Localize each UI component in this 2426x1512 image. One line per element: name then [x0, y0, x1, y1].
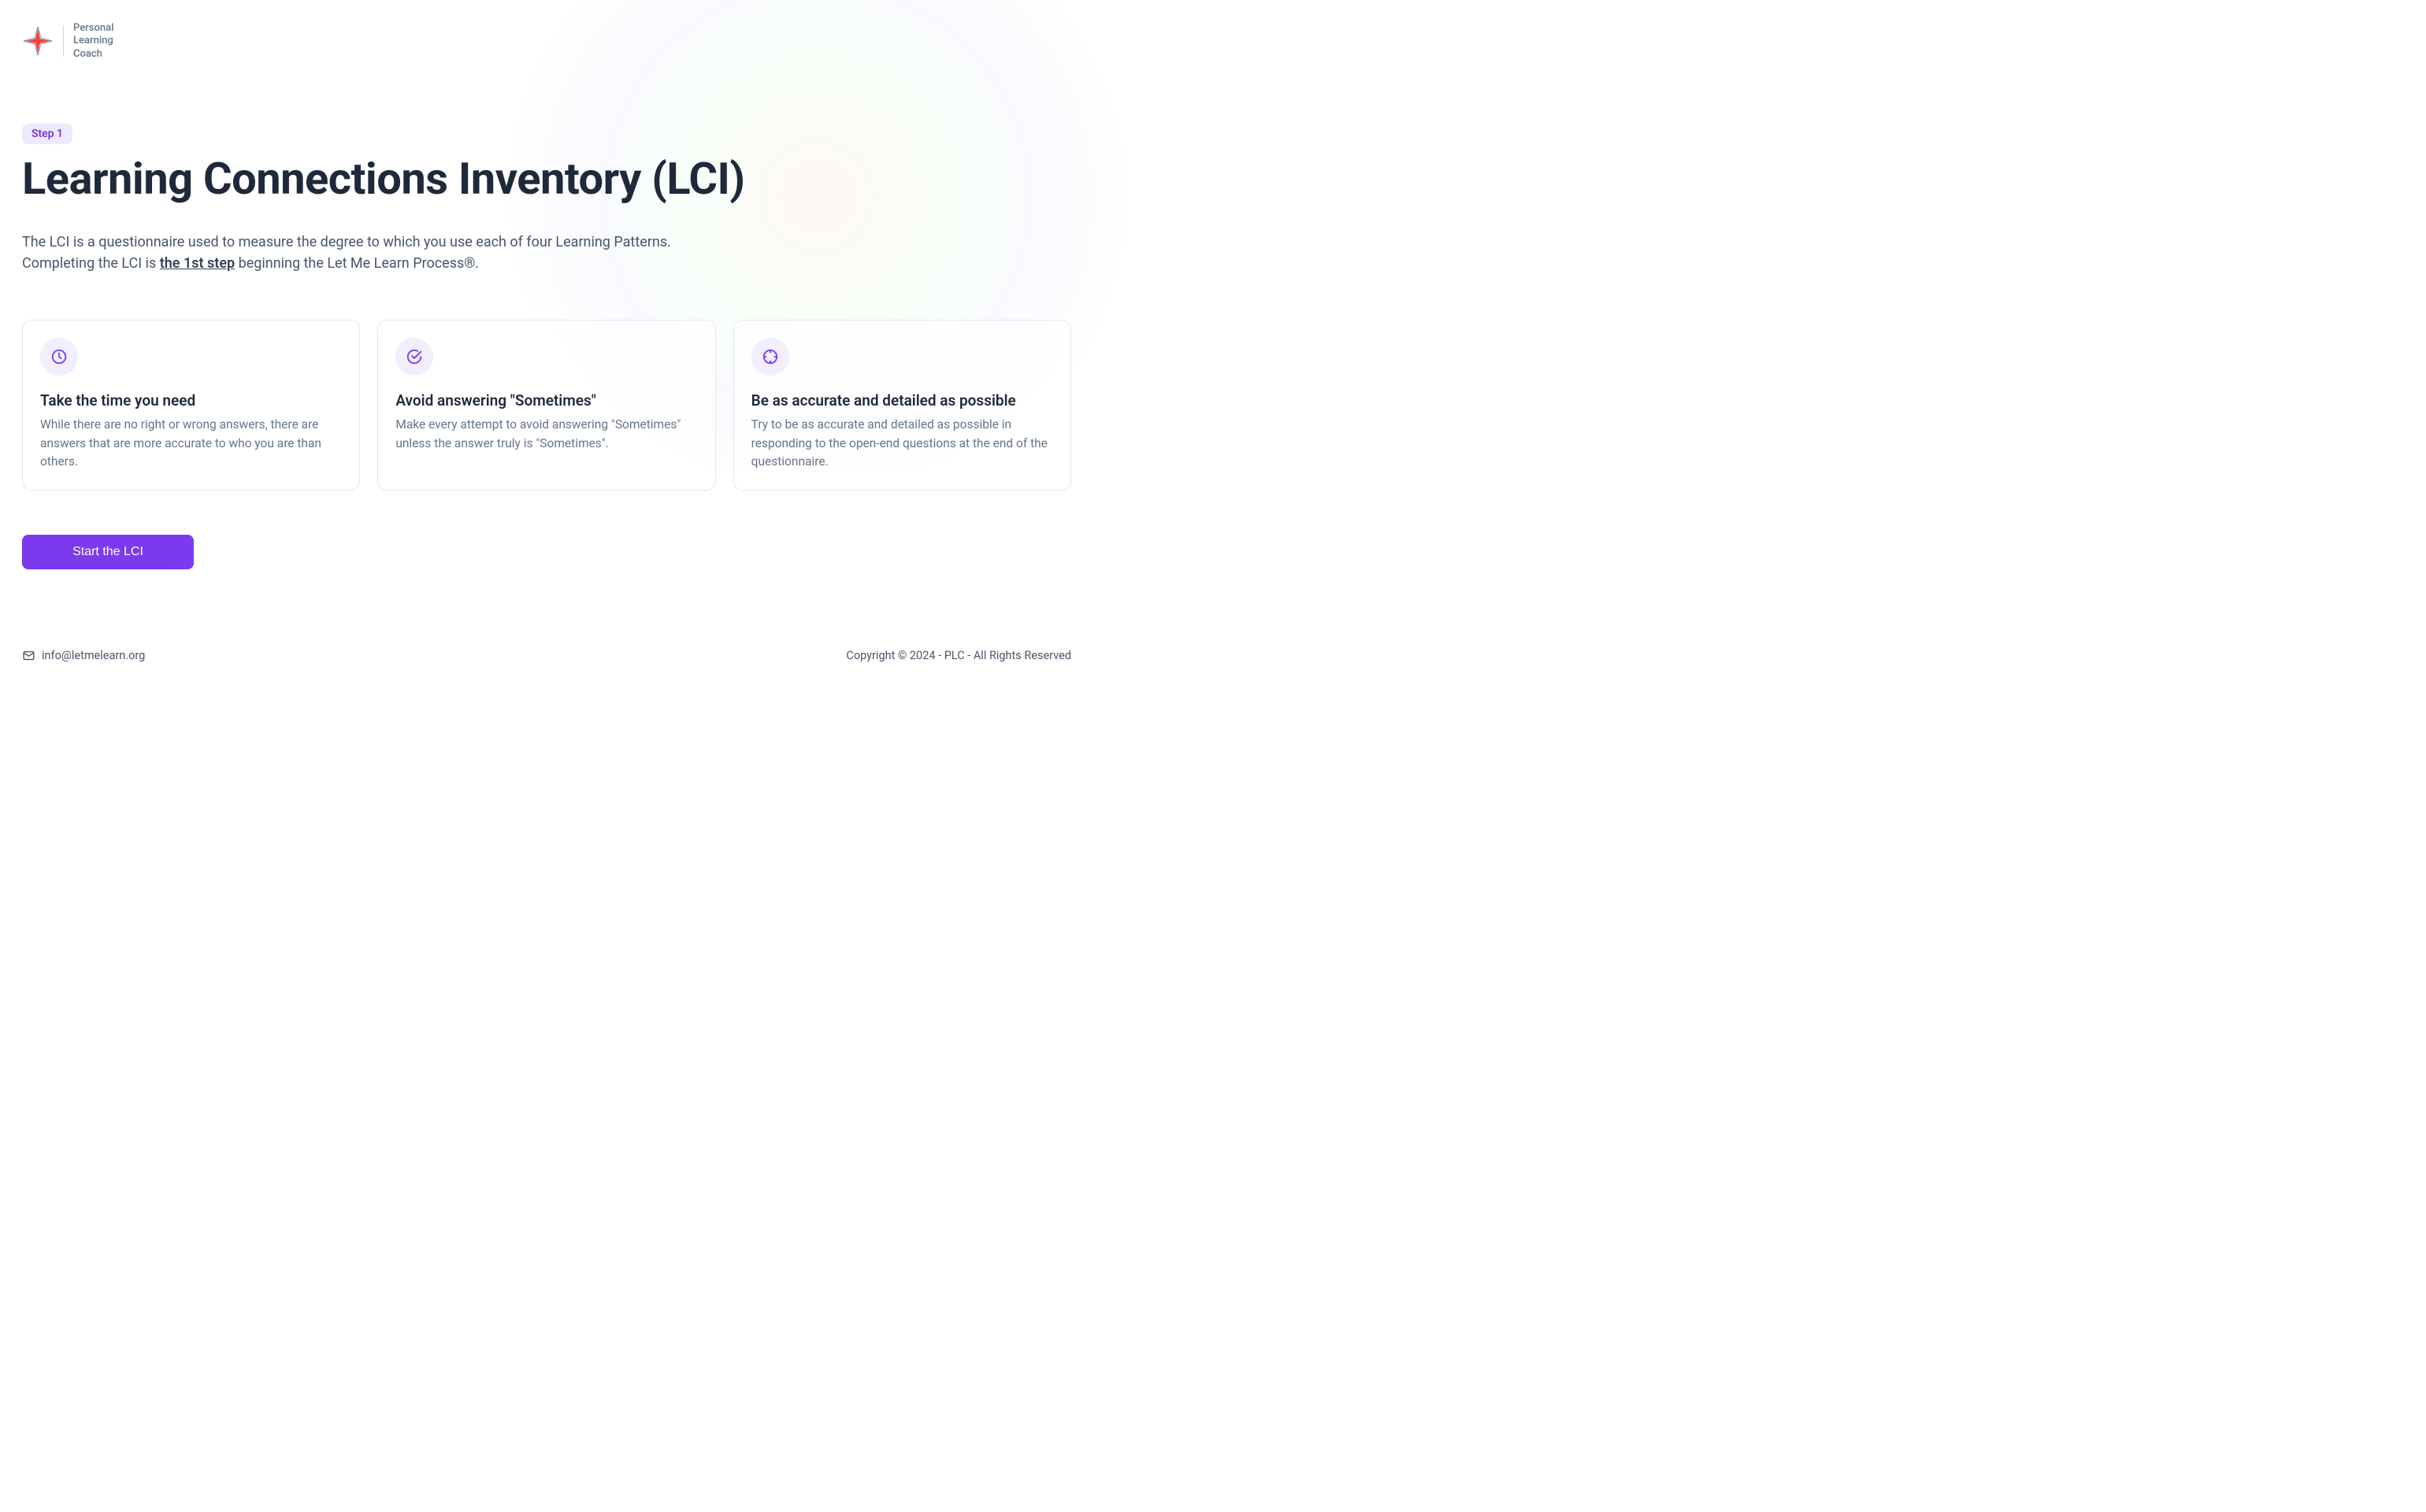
- footer: info@letmelearn.org Copyright © 2024 - P…: [22, 630, 1071, 681]
- logo: Personal Learning Coach: [22, 22, 1071, 61]
- card-avoid-sometimes: Avoid answering "Sometimes" Make every a…: [377, 320, 715, 491]
- card-accurate: Be as accurate and detailed as possible …: [733, 320, 1071, 491]
- start-lci-button[interactable]: Start the LCI: [22, 535, 194, 569]
- subtitle-underline: the 1st step: [160, 255, 235, 272]
- card-body: Try to be as accurate and detailed as po…: [751, 416, 1053, 471]
- page-title: Learning Connections Inventory (LCI): [22, 155, 747, 204]
- logo-text-line: Coach: [73, 48, 113, 61]
- card-title: Avoid answering "Sometimes": [395, 391, 697, 410]
- footer-email-text: info@letmelearn.org: [42, 649, 145, 662]
- hero: Step 1 Learning Connections Inventory (L…: [22, 124, 747, 275]
- clock-icon: [40, 338, 78, 376]
- logo-divider: [63, 25, 64, 57]
- logo-text-line: Personal: [73, 22, 113, 35]
- cta-wrap: Start the LCI: [22, 535, 1071, 569]
- card-body: While there are no right or wrong answer…: [40, 416, 342, 471]
- step-badge: Step 1: [22, 124, 72, 144]
- mail-icon: [22, 649, 35, 662]
- logo-text-line: Learning: [73, 35, 113, 47]
- page-subtitle: The LCI is a questionnaire used to measu…: [22, 232, 747, 274]
- crosshair-icon: [751, 338, 789, 376]
- logo-star-icon: [22, 25, 54, 57]
- footer-email[interactable]: info@letmelearn.org: [22, 649, 145, 662]
- check-circle-icon: [395, 338, 433, 376]
- card-title: Be as accurate and detailed as possible: [751, 391, 1053, 410]
- card-time: Take the time you need While there are n…: [22, 320, 360, 491]
- footer-copyright: Copyright © 2024 - PLC - All Rights Rese…: [846, 649, 1071, 662]
- card-title: Take the time you need: [40, 391, 342, 410]
- subtitle-part: beginning the Let Me Learn Process®.: [235, 255, 479, 272]
- cards-row: Take the time you need While there are n…: [22, 320, 1071, 491]
- logo-text: Personal Learning Coach: [73, 22, 113, 61]
- card-body: Make every attempt to avoid answering "S…: [395, 416, 697, 453]
